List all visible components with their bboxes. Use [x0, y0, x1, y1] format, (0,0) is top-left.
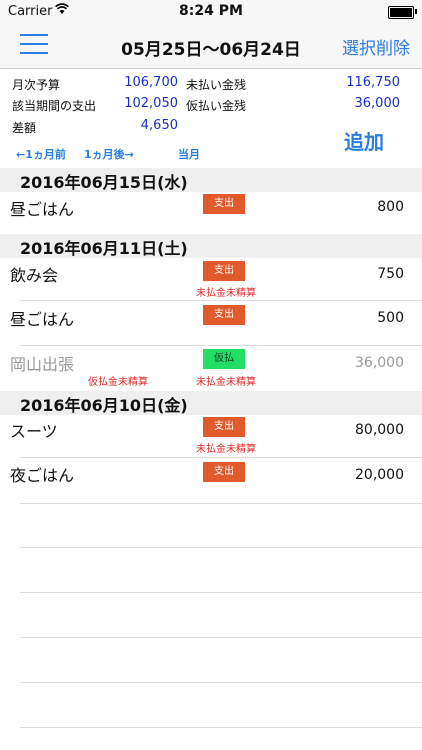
row-divider — [20, 727, 422, 728]
table-row[interactable]: 昼ごはん 支出 800 — [0, 192, 422, 232]
date-header: 2016年06月15日(水) — [0, 168, 422, 192]
expense-tag[interactable]: 支出 — [203, 194, 245, 214]
clock: 8:24 PM — [179, 3, 243, 19]
entry-name: 昼ごはん — [10, 200, 75, 219]
table-row[interactable]: 夜ごはん 支出 20,000 — [0, 459, 422, 503]
prev-month-link[interactable]: ←1ヵ月前 — [16, 146, 66, 162]
advance-value: 36,000 — [354, 96, 401, 111]
entry-amount: 36,000 — [355, 355, 404, 371]
advance-tag[interactable]: 仮払 — [203, 349, 245, 369]
expense-tag[interactable]: 支出 — [203, 462, 245, 482]
status-bar: Carrier 8:24 PM — [0, 0, 422, 24]
row-divider — [20, 457, 422, 458]
entry-name: スーツ — [10, 422, 58, 441]
row-divider — [20, 503, 422, 504]
unpaid-warning: 未払金未精算 — [196, 377, 256, 388]
entry-name: 昼ごはん — [10, 310, 75, 329]
budget-label: 月次予算 — [12, 78, 61, 92]
entry-name: 飲み会 — [10, 266, 59, 285]
current-month-link[interactable]: 当月 — [178, 146, 200, 162]
entry-amount: 20,000 — [355, 467, 404, 483]
date-header-label: 2016年06月15日(水) — [20, 173, 188, 192]
unpaid-label: 未払い金残 — [186, 78, 247, 92]
expense-tag[interactable]: 支出 — [203, 261, 245, 281]
unpaid-warning: 未払金未精算 — [196, 288, 256, 299]
date-header-label: 2016年06月11日(土) — [20, 239, 188, 258]
entry-amount: 500 — [377, 310, 404, 326]
nav-bar: 05月25日〜06月24日 選択削除 — [0, 24, 422, 69]
advance-label: 仮払い金残 — [186, 99, 247, 113]
row-divider — [20, 637, 422, 638]
diff-value: 4,650 — [140, 118, 178, 133]
row-divider — [20, 547, 422, 548]
battery-icon — [388, 6, 414, 19]
row-divider — [20, 682, 422, 683]
advance-warning: 仮払金未精算 — [88, 377, 148, 388]
date-header-label: 2016年06月10日(金) — [20, 396, 188, 415]
select-delete-button[interactable]: 選択削除 — [342, 34, 410, 59]
row-divider — [20, 345, 422, 346]
entry-name: 岡山出張 — [10, 355, 75, 374]
next-month-link[interactable]: 1ヵ月後→ — [84, 146, 134, 162]
date-header: 2016年06月11日(土) — [0, 234, 422, 258]
entry-amount: 80,000 — [355, 422, 404, 438]
unpaid-value: 116,750 — [346, 75, 400, 90]
expense-value: 102,050 — [124, 96, 178, 111]
date-header: 2016年06月10日(金) — [0, 391, 422, 415]
table-row[interactable]: 飲み会 支出 未払金未精算 750 — [0, 258, 422, 300]
expense-label: 該当期間の支出 — [12, 99, 97, 113]
table-row[interactable]: 昼ごはん 支出 500 — [0, 302, 422, 344]
table-row[interactable]: スーツ 支出 未払金未精算 80,000 — [0, 415, 422, 457]
entry-name: 夜ごはん — [10, 466, 75, 485]
entry-amount: 800 — [377, 199, 404, 215]
diff-label: 差額 — [12, 121, 37, 135]
budget-value: 106,700 — [124, 75, 178, 90]
add-button[interactable]: 追加 — [344, 126, 384, 155]
unpaid-warning: 未払金未精算 — [196, 444, 256, 455]
battery-tip — [415, 9, 417, 14]
expense-tag[interactable]: 支出 — [203, 417, 245, 437]
row-divider — [20, 300, 422, 301]
table-row[interactable]: 岡山出張 仮払 仮払金未精算 未払金未精算 36,000 — [0, 347, 422, 391]
expense-tag[interactable]: 支出 — [203, 305, 245, 325]
entry-amount: 750 — [377, 266, 404, 282]
row-divider — [20, 592, 422, 593]
